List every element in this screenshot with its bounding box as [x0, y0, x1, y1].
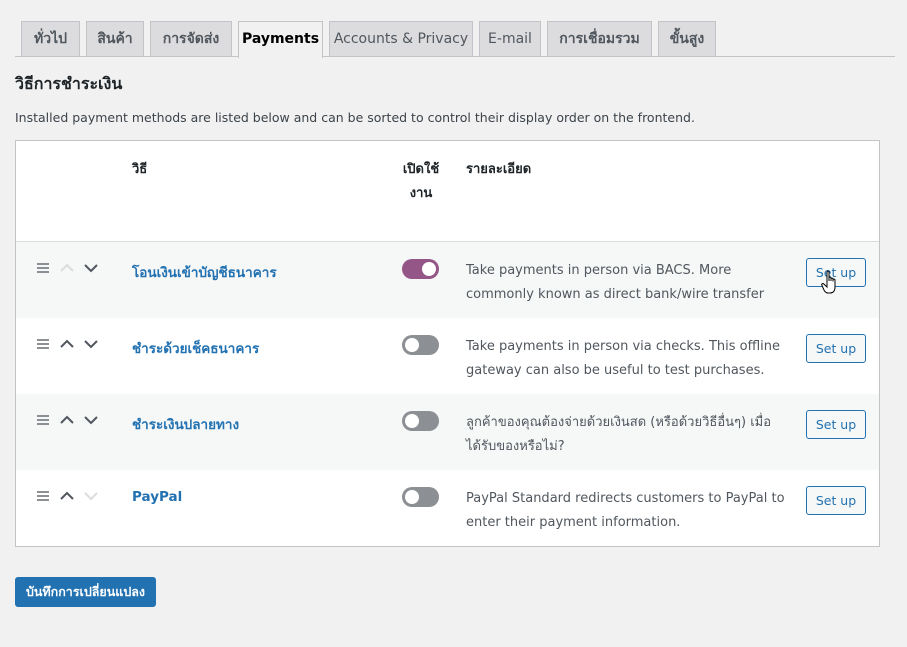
section-description: Installed payment methods are listed bel… — [15, 110, 695, 125]
page-title: วิธีการชำระเงิน — [15, 74, 123, 93]
setup-button[interactable]: Set up — [806, 486, 866, 515]
chevron-down-icon[interactable] — [83, 411, 99, 429]
table-row: ชำระเงินปลายทาง ลูกค้าของคุณต้องจ่ายด้วย… — [16, 394, 879, 470]
payment-methods-table: วิธี เปิดใช้งาน รายละเอียด โอนเงินเข้าบั… — [15, 140, 880, 547]
tab-shipping[interactable]: การจัดส่ง — [150, 21, 232, 57]
tab-integration[interactable]: การเชื่อมรวม — [547, 21, 652, 57]
settings-tabs: ทั่วไป สินค้า การจัดส่ง Payments Account… — [0, 0, 907, 58]
drag-handle-icon[interactable] — [37, 263, 49, 275]
method-name-link[interactable]: ชำระด้วยเช็คธนาคาร — [132, 337, 259, 359]
tab-products[interactable]: สินค้า — [86, 21, 144, 57]
table-row: ชำระด้วยเช็คธนาคาร Take payments in pers… — [16, 318, 879, 394]
tabs-divider — [15, 56, 895, 57]
chevron-down-icon[interactable] — [83, 487, 99, 505]
chevron-up-icon[interactable] — [59, 259, 75, 277]
method-name-link[interactable]: PayPal — [132, 489, 182, 505]
drag-handle-icon[interactable] — [37, 491, 49, 503]
tab-email[interactable]: E-mail — [479, 21, 541, 57]
chevron-down-icon[interactable] — [83, 259, 99, 277]
method-description: PayPal Standard redirects customers to P… — [466, 491, 785, 530]
method-description: Take payments in person via BACS. More c… — [466, 263, 765, 302]
save-changes-button[interactable]: บันทึกการเปลี่ยนแปลง — [15, 577, 156, 607]
setup-button[interactable]: Set up — [806, 410, 866, 439]
enabled-toggle[interactable] — [402, 411, 439, 431]
enabled-toggle[interactable] — [402, 487, 439, 507]
chevron-up-icon[interactable] — [59, 487, 75, 505]
header-enabled: เปิดใช้งาน — [402, 162, 440, 201]
enabled-toggle[interactable] — [402, 259, 439, 279]
drag-handle-icon[interactable] — [37, 415, 49, 427]
tab-advanced[interactable]: ขั้นสูง — [658, 21, 716, 57]
table-row: PayPal PayPal Standard redirects custome… — [16, 470, 879, 546]
table-row: โอนเงินเข้าบัญชีธนาคาร Take payments in … — [16, 242, 879, 318]
tab-accounts-privacy[interactable]: Accounts & Privacy — [329, 21, 473, 57]
hand-pointer-icon — [821, 270, 841, 296]
chevron-up-icon[interactable] — [59, 335, 75, 353]
drag-handle-icon[interactable] — [37, 339, 49, 351]
enabled-toggle[interactable] — [402, 335, 439, 355]
table-header: วิธี เปิดใช้งาน รายละเอียด — [16, 141, 879, 242]
chevron-down-icon[interactable] — [83, 335, 99, 353]
header-method: วิธี — [132, 162, 148, 177]
method-description: Take payments in person via checks. This… — [466, 339, 781, 378]
method-name-link[interactable]: ชำระเงินปลายทาง — [132, 413, 239, 435]
setup-button[interactable]: Set up — [806, 334, 866, 363]
header-description: รายละเอียด — [466, 162, 532, 177]
tab-general[interactable]: ทั่วไป — [21, 21, 80, 57]
method-description: ลูกค้าของคุณต้องจ่ายด้วยเงินสด (หรือด้วย… — [466, 415, 772, 454]
method-name-link[interactable]: โอนเงินเข้าบัญชีธนาคาร — [132, 261, 277, 283]
chevron-up-icon[interactable] — [59, 411, 75, 429]
tab-payments[interactable]: Payments — [238, 21, 323, 58]
